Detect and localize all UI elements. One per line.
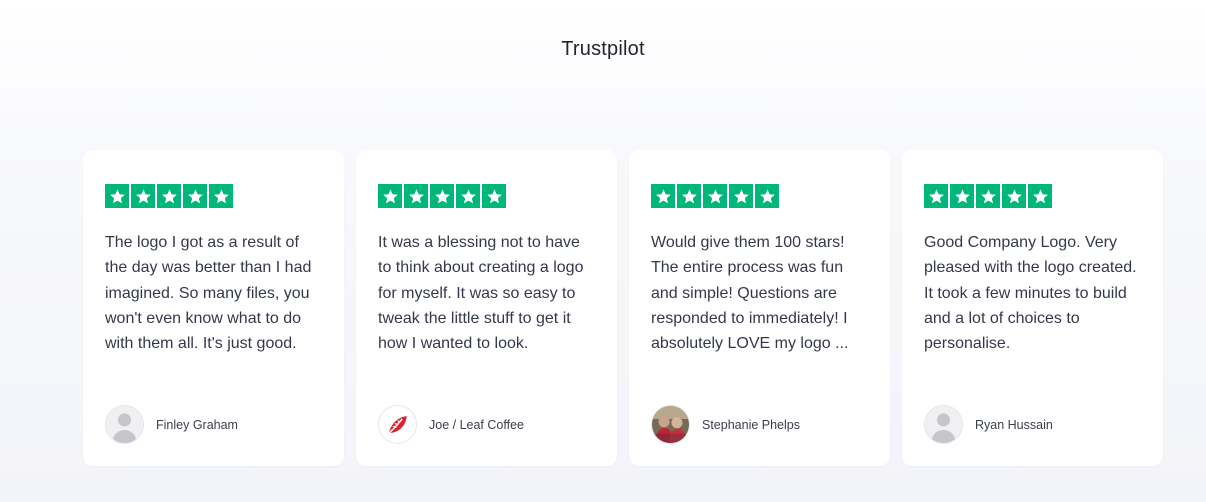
star-icon bbox=[157, 184, 181, 208]
section-title: Trustpilot bbox=[561, 38, 645, 60]
reviewer: Joe / Leaf Coffee bbox=[378, 405, 524, 444]
star-icon bbox=[183, 184, 207, 208]
star-icon bbox=[1028, 184, 1052, 208]
star-icon bbox=[482, 184, 506, 208]
review-cards: The logo I got as a result of the day wa… bbox=[83, 150, 1163, 466]
leaf-logo-icon bbox=[378, 405, 417, 444]
review-text: Good Company Logo. Very pleased with the… bbox=[924, 234, 1137, 353]
star-icon bbox=[430, 184, 454, 208]
reviewer-name: Joe / Leaf Coffee bbox=[429, 417, 524, 432]
star-rating bbox=[924, 184, 1141, 208]
review-text: The logo I got as a result of the day wa… bbox=[105, 234, 312, 353]
reviewer: Finley Graham bbox=[105, 405, 238, 444]
star-rating bbox=[378, 184, 595, 208]
star-rating bbox=[651, 184, 868, 208]
star-icon bbox=[404, 184, 428, 208]
reviewer-name: Finley Graham bbox=[156, 417, 238, 432]
reviewer: Ryan Hussain bbox=[924, 405, 1053, 444]
star-icon bbox=[677, 184, 701, 208]
review-card: Would give them 100 stars! The entire pr… bbox=[629, 150, 890, 466]
star-icon bbox=[131, 184, 155, 208]
star-rating bbox=[105, 184, 322, 208]
review-text: Would give them 100 stars! The entire pr… bbox=[651, 234, 849, 353]
review-card: It was a blessing not to have to think a… bbox=[356, 150, 617, 466]
reviewer-name: Ryan Hussain bbox=[975, 417, 1053, 432]
review-text: It was a blessing not to have to think a… bbox=[378, 234, 584, 353]
reviewer: Stephanie Phelps bbox=[651, 405, 800, 444]
star-icon bbox=[209, 184, 233, 208]
star-icon bbox=[924, 184, 948, 208]
reviewer-name: Stephanie Phelps bbox=[702, 417, 800, 432]
default-avatar-icon bbox=[924, 405, 963, 444]
star-icon bbox=[378, 184, 402, 208]
star-icon bbox=[729, 184, 753, 208]
review-card: Good Company Logo. Very pleased with the… bbox=[902, 150, 1163, 466]
star-icon bbox=[976, 184, 1000, 208]
star-icon bbox=[1002, 184, 1026, 208]
star-icon bbox=[651, 184, 675, 208]
star-icon bbox=[755, 184, 779, 208]
star-icon bbox=[950, 184, 974, 208]
default-avatar-icon bbox=[105, 405, 144, 444]
star-icon bbox=[105, 184, 129, 208]
photo-avatar bbox=[651, 405, 690, 444]
review-card: The logo I got as a result of the day wa… bbox=[83, 150, 344, 466]
star-icon bbox=[703, 184, 727, 208]
star-icon bbox=[456, 184, 480, 208]
